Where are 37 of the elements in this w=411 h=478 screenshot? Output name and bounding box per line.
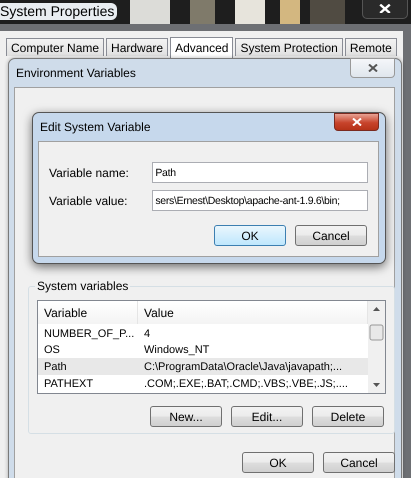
dialog-title: Environment Variables [16,66,136,80]
tab[interactable]: Advanced [170,37,234,58]
value-cell[interactable]: 4 [138,327,368,341]
window-title: System Properties [0,3,118,20]
dialog-button[interactable]: OK [242,452,314,473]
field-label: Variable name: [49,166,130,180]
close-button[interactable] [350,58,395,78]
dialog-title: Edit System Variable [40,120,150,134]
variable-cell[interactable]: PATHEXT [38,375,138,392]
close-icon [352,118,362,126]
tab[interactable]: Hardware [106,38,168,56]
dialog-button[interactable]: Cancel [295,225,367,246]
scrollbar[interactable] [368,301,385,393]
value-cell[interactable]: Windows_NT [138,341,368,358]
list-button[interactable]: New... [150,406,222,427]
group-label: System variables [36,279,130,293]
variable-cell[interactable]: Path [38,358,138,375]
close-icon [379,4,391,14]
tab[interactable]: Computer Name [6,38,104,56]
variable-cell[interactable]: OS [38,341,138,358]
input-field[interactable]: sers\Ernest\Desktop\apache-ant-1.9.6\bin; [152,190,368,211]
value-cell[interactable]: .COM;.EXE;.BAT;.CMD;.VBS;.VBE;.JS;.... [138,375,368,392]
tab[interactable]: Remote [344,38,397,56]
list-button[interactable]: Edit... [231,406,303,427]
dialog-button[interactable]: Cancel [323,452,395,473]
close-button[interactable] [334,113,379,131]
column-header[interactable]: Variable [38,301,138,324]
field-label: Variable value: [49,194,128,208]
variable-cell[interactable]: NUMBER_OF_P... [38,327,138,341]
input-field[interactable]: Path [152,162,368,183]
close-button[interactable] [362,0,408,19]
value-cell[interactable]: C:\ProgramData\Oracle\Java\javapath;... [138,358,368,375]
list-button[interactable]: Delete [312,406,384,427]
column-header[interactable]: Value [138,301,368,324]
dialog-button[interactable]: OK [214,225,286,246]
tab[interactable]: System Protection [235,38,343,56]
close-icon [368,64,378,72]
